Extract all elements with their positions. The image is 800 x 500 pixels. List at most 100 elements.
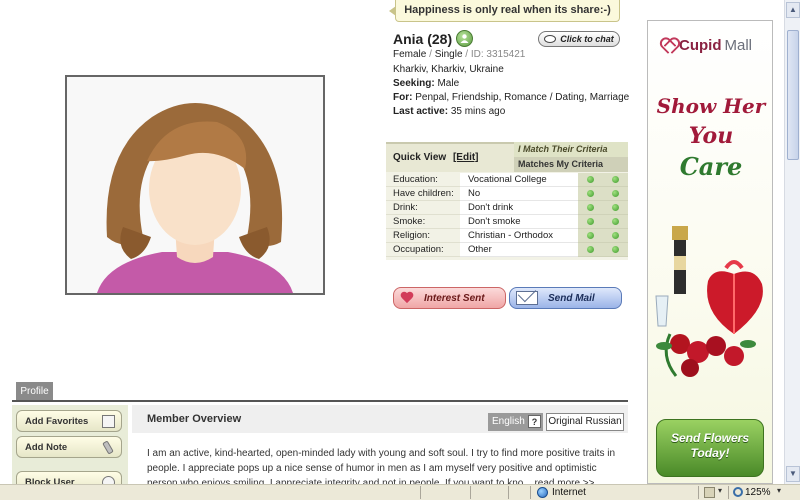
profile-location: Kharkiv, Kharkiv, Ukraine xyxy=(393,64,504,75)
envelope-icon xyxy=(516,291,538,305)
table-row: Occupation: Other xyxy=(386,243,628,257)
member-overview-text: I am an active, kind-hearted, open-minde… xyxy=(147,448,616,484)
ad-headline-line-3: Care xyxy=(679,152,743,181)
heart-outline-icon xyxy=(660,39,676,53)
profile-name-line: Ania (28) xyxy=(393,30,474,47)
click-to-chat-button[interactable]: Click to chat xyxy=(538,31,620,47)
send-flowers-button[interactable]: Send Flowers Today! xyxy=(656,419,764,477)
language-english-label: English xyxy=(492,416,525,427)
last-active-value: 35 mins ago xyxy=(450,106,506,117)
quick-view-edit-link[interactable]: [Edit] xyxy=(453,152,479,163)
vertical-scrollbar[interactable]: ▲ ▼ xyxy=(784,0,800,484)
zoom-magnifier-icon[interactable] xyxy=(733,487,743,497)
ad-cta-line-2: Today! xyxy=(690,446,730,460)
ad-brand-main: Cupid xyxy=(679,37,722,54)
add-note-button[interactable]: Add Note xyxy=(16,436,122,458)
scroll-down-arrow-icon[interactable]: ▼ xyxy=(786,466,800,482)
cupidmall-logo: Cupid Mall xyxy=(660,37,752,54)
member-overview-title: Member Overview xyxy=(147,413,242,425)
match-dot-icon xyxy=(612,190,619,197)
match-dot-icon xyxy=(587,246,594,253)
add-favorites-label: Add Favorites xyxy=(25,416,89,427)
row-value: Vocational College xyxy=(460,173,578,187)
profile-slogan: Happiness is only real when its share:-) xyxy=(389,0,620,22)
seeking-value: Male xyxy=(437,78,460,89)
match-indicators xyxy=(578,201,628,215)
status-divider xyxy=(728,486,729,499)
row-label: Smoke: xyxy=(386,215,460,229)
ad-headline-line-2: You xyxy=(688,123,734,149)
row-value: Christian - Orthodox xyxy=(460,229,578,243)
profile-gender-status-id: Female / Single / ID: 3315421 xyxy=(393,49,525,60)
member-overview-header: Member Overview English ? Original Russi… xyxy=(132,405,628,433)
row-label: Religion: xyxy=(386,229,460,243)
profile-last-active: Last active: 35 mins ago xyxy=(393,106,505,117)
status-divider xyxy=(698,486,699,499)
row-value: Don't smoke xyxy=(460,215,578,229)
chevron-down-icon[interactable]: ▾ xyxy=(777,486,781,495)
profile-seeking: Seeking: Male xyxy=(393,78,459,89)
profile-page: Happiness is only real when its share:-)… xyxy=(0,0,632,493)
table-row: Drink: Don't drink xyxy=(386,201,628,215)
match-dot-icon xyxy=(587,176,594,183)
status-divider xyxy=(530,486,531,499)
last-active-label: Last active: xyxy=(393,106,449,117)
table-row: Education: Vocational College xyxy=(386,173,628,187)
status-divider xyxy=(508,486,509,499)
send-mail-button[interactable]: Send Mail xyxy=(509,287,622,309)
match-indicators xyxy=(578,229,628,243)
gift-roses-champagne-icon xyxy=(655,226,763,377)
checkbox-icon xyxy=(102,415,115,428)
help-icon[interactable]: ? xyxy=(528,415,541,428)
send-mail-label: Send Mail xyxy=(548,292,595,304)
match-dot-icon xyxy=(612,176,619,183)
online-status-icon xyxy=(456,30,474,47)
row-label: Occupation: xyxy=(386,243,460,257)
match-dot-icon xyxy=(612,218,619,225)
ad-headline-line-1: Show Her xyxy=(656,94,766,118)
row-value: Don't drink xyxy=(460,201,578,215)
tab-divider xyxy=(12,400,628,402)
tab-profile[interactable]: Profile xyxy=(16,382,53,401)
chat-bubble-icon xyxy=(544,35,557,43)
match-indicators xyxy=(578,215,628,229)
match-indicators xyxy=(578,243,628,257)
status-divider xyxy=(470,486,471,499)
scroll-thumb[interactable] xyxy=(787,30,799,160)
add-note-label: Add Note xyxy=(25,442,68,453)
scroll-up-arrow-icon[interactable]: ▲ xyxy=(786,2,800,18)
browser-status-bar: Internet ▾ 125% ▾ xyxy=(0,484,800,500)
protected-mode-icon[interactable] xyxy=(704,487,715,498)
profile-gender: Female xyxy=(393,49,427,60)
zoom-level[interactable]: 125% xyxy=(745,487,771,498)
profile-name: Ania (28) xyxy=(393,30,453,47)
chat-button-label: Click to chat xyxy=(560,34,614,44)
original-russian-button[interactable]: Original Russian xyxy=(546,413,624,431)
cupidmall-advert[interactable]: Cupid Mall Show Her You Care Send Flowers… xyxy=(647,20,773,484)
status-divider xyxy=(420,486,421,499)
ad-brand-sub: Mall xyxy=(724,37,753,54)
match-dot-icon xyxy=(587,232,594,239)
row-label: Education: xyxy=(386,173,460,187)
interest-sent-button[interactable]: Interest Sent xyxy=(393,287,506,309)
security-zone: Internet xyxy=(552,487,586,498)
chevron-down-icon[interactable]: ▾ xyxy=(718,486,722,495)
globe-icon xyxy=(537,487,548,498)
add-favorites-button[interactable]: Add Favorites xyxy=(16,410,122,432)
row-value: No xyxy=(460,187,578,201)
avatar-placeholder-icon xyxy=(67,77,323,293)
interest-sent-label: Interest Sent xyxy=(424,292,485,304)
quick-view-table: Quick View [Edit] I Match Their Criteria… xyxy=(386,142,628,260)
profile-photo[interactable] xyxy=(65,75,325,295)
match-dot-icon xyxy=(612,204,619,211)
column-i-match-their-criteria: I Match Their Criteria xyxy=(514,142,628,157)
heart-icon xyxy=(400,291,414,305)
match-dot-icon xyxy=(587,218,594,225)
language-english-button[interactable]: English ? xyxy=(488,413,543,431)
match-dot-icon xyxy=(612,232,619,239)
ad-cta-line-1: Send Flowers xyxy=(670,431,750,445)
match-dot-icon xyxy=(612,246,619,253)
seeking-label: Seeking: xyxy=(393,78,435,89)
row-label: Drink: xyxy=(386,201,460,215)
for-label: For: xyxy=(393,92,413,103)
